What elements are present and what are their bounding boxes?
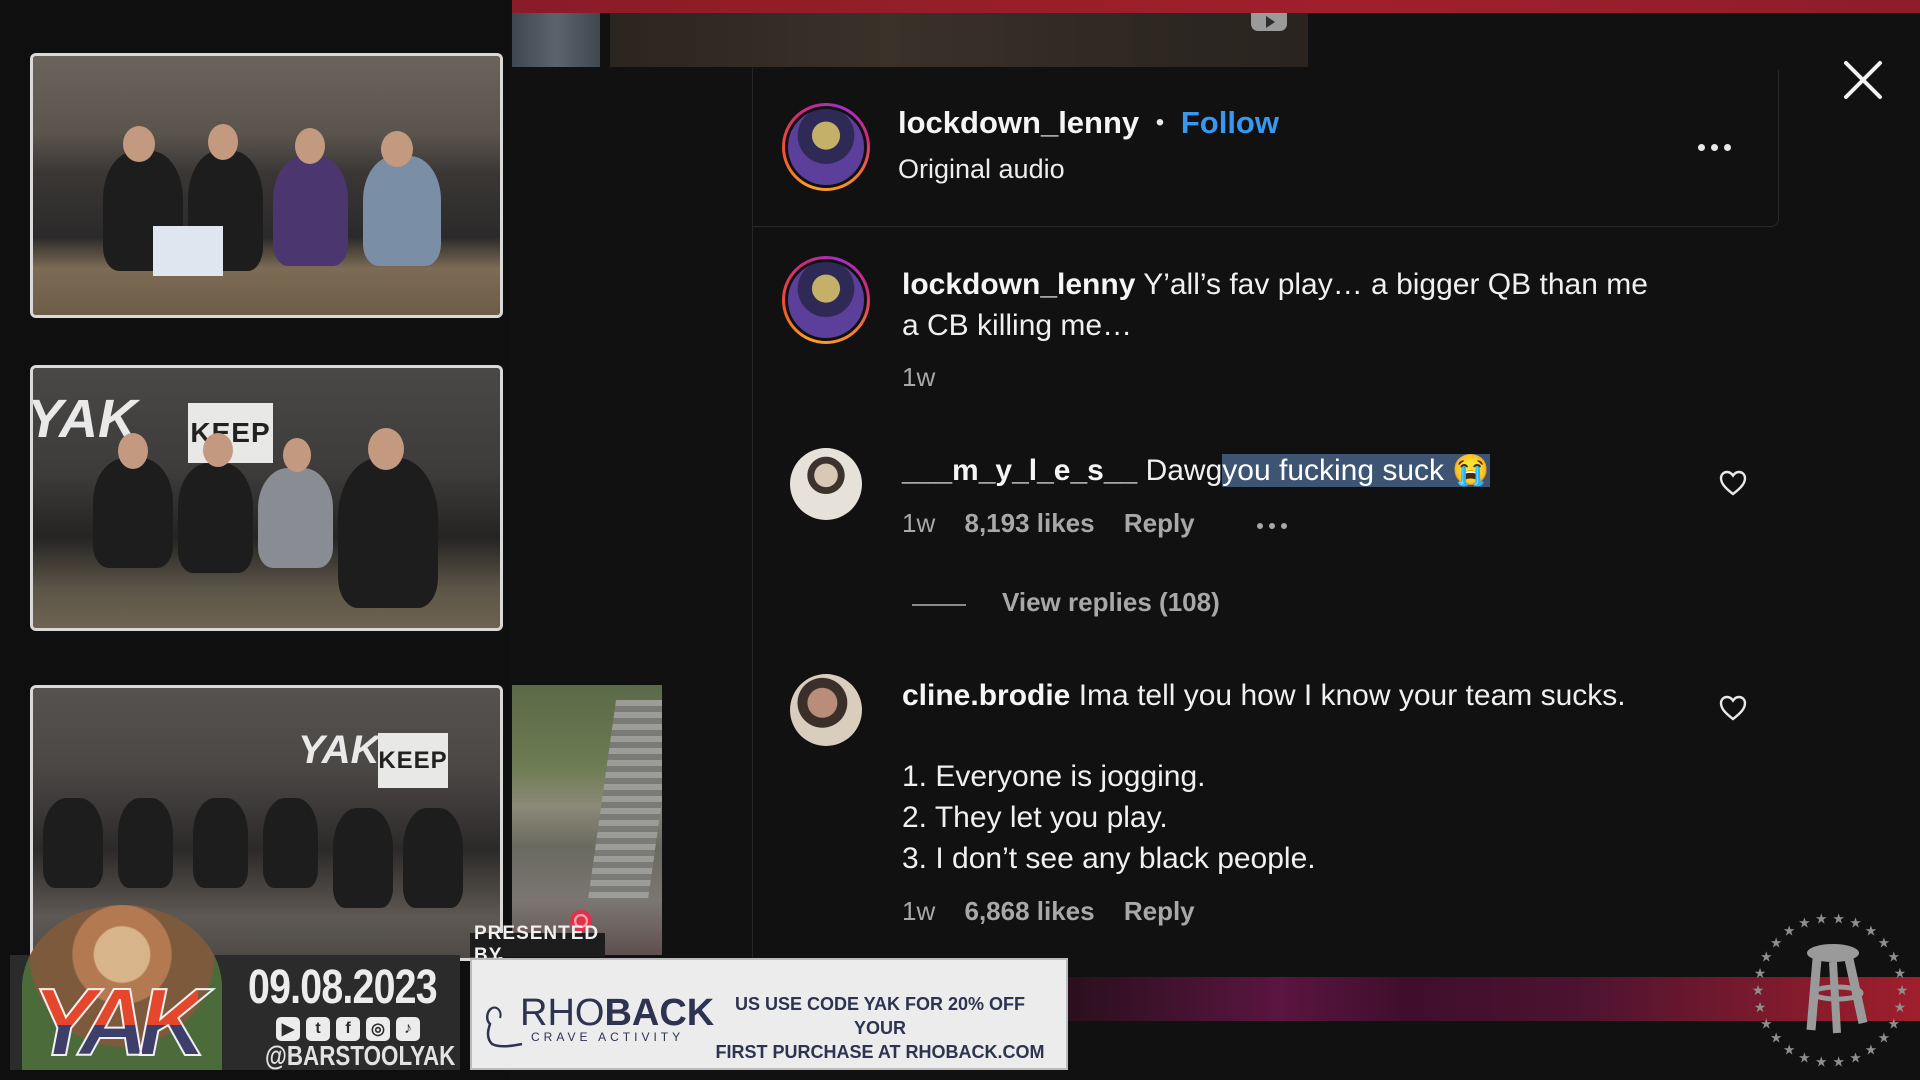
presented-by-label: PRESENTED BY (470, 923, 605, 966)
caption-text: lockdown_lenny Y’all’s fav play… a bigge… (902, 264, 1722, 346)
post-header-title-row: lockdown_lenny • Follow (898, 105, 1279, 141)
comment-timestamp: 1w (902, 896, 936, 926)
video-thumbnail-previous[interactable] (512, 13, 600, 67)
post-author-avatar[interactable] (782, 103, 870, 191)
post-header (753, 70, 1779, 227)
view-replies-button[interactable]: View replies (108) (1002, 587, 1220, 618)
side-video-thumbnail[interactable] (512, 685, 662, 955)
sponsor-name-light: RHO (520, 992, 605, 1034)
sponsor-name: RHOBACK (520, 992, 714, 1035)
comment-meta-myles: 1w 8,193 likes Reply (902, 508, 1195, 539)
more-options-button[interactable] (1698, 144, 1731, 151)
youtube-icon: ▶ (276, 1017, 300, 1041)
comment-likes[interactable]: 6,868 likes (964, 896, 1094, 926)
ad-copy-line-1: US USE CODE YAK FOR 20% OFF YOUR (734, 994, 1026, 1038)
logo-star: ★ (1754, 999, 1767, 1015)
logo-star: ★ (1832, 911, 1845, 927)
reply-button[interactable]: Reply (1124, 896, 1195, 926)
tiktok-icon: ♪ (396, 1017, 420, 1041)
comment-avatar-myles[interactable] (790, 448, 862, 520)
logo-star: ★ (1760, 1015, 1773, 1031)
more-horizontal-icon (1698, 144, 1705, 151)
logo-star: ★ (1754, 965, 1767, 981)
ad-copy-line-2: FIRST PURCHASE AT RHOBACK.COM (715, 1042, 1045, 1062)
like-heart-icon[interactable] (1718, 694, 1748, 722)
view-replies-line (912, 604, 966, 606)
logo-star: ★ (1896, 982, 1909, 998)
comment-list-item: 2. They let you play. (902, 801, 1168, 834)
logo-star: ★ (1770, 1030, 1783, 1046)
post-author-username[interactable]: lockdown_lenny (898, 105, 1139, 140)
logo-star: ★ (1783, 1041, 1796, 1057)
comment-first-line: Ima tell you how I know your team sucks. (1078, 679, 1626, 712)
logo-star: ★ (1798, 915, 1811, 931)
logo-star: ★ (1887, 949, 1900, 965)
ad-copy: US USE CODE YAK FOR 20% OFF YOUR FIRST P… (710, 992, 1050, 1064)
logo-star: ★ (1849, 915, 1862, 931)
comment-text-myles: ___m_y_l_e_s__ Dawgyou fucking suck 😭 (902, 450, 1490, 491)
comment-text-plain: Dawg (1145, 454, 1223, 487)
logo-star: ★ (1783, 923, 1796, 939)
logo-star: ★ (1815, 1053, 1828, 1069)
top-progress-bar (512, 0, 1920, 13)
selected-text[interactable]: you fucking suck 😭 (1222, 454, 1490, 487)
caption-line-2: a CB killing me… (902, 309, 1133, 342)
camera-feed-2: YAK KEEP (30, 365, 503, 631)
keep-sign-2: KEEP (378, 733, 448, 788)
barstool-sports-logo-icon: ★★★★★★★★★★★★★★★★★★★ ★ ★ ★★★★★ (1752, 911, 1909, 1070)
play-icon[interactable] (1251, 13, 1287, 31)
follow-button[interactable]: Follow (1181, 105, 1279, 140)
video-thumbnail-current[interactable] (610, 13, 1308, 67)
comment-meta-brodie: 1w 6,868 likes Reply (902, 896, 1195, 927)
close-button[interactable] (1838, 55, 1888, 105)
facebook-icon: f (336, 1017, 360, 1041)
yak-show-logo: YAK (31, 969, 209, 1076)
sponsor-name-bold: BACK (604, 992, 715, 1034)
episode-date: 09.08.2023 (248, 961, 438, 1014)
logo-star: ★ (1832, 1053, 1845, 1069)
caption-line-1: Y’all’s fav play… a bigger QB than me (1143, 268, 1648, 301)
yak-wall-logo-2: YAK (298, 728, 380, 772)
social-handle: @BARSTOOLYAK (265, 1040, 456, 1071)
logo-star: ★ (1770, 934, 1783, 950)
logo-star: ★ (1798, 1049, 1811, 1065)
logo-star: ★ (1815, 911, 1828, 927)
logo-star: ★ (1849, 1049, 1862, 1065)
comment-avatar-brodie[interactable] (790, 674, 862, 746)
logo-star: ★ (1865, 923, 1878, 939)
comment-more-button[interactable] (1257, 523, 1287, 529)
logo-star: ★ (1752, 982, 1765, 998)
comment-timestamp: 1w (902, 508, 936, 538)
camera-feed-1 (30, 53, 503, 318)
comment-list-item: 1. Everyone is jogging. (902, 760, 1206, 793)
sponsor-tagline: CRAVE ACTIVITY (531, 1030, 685, 1044)
comment-likes[interactable]: 8,193 likes (964, 508, 1094, 538)
separator-dot: • (1155, 109, 1165, 136)
logo-star: ★ (1894, 999, 1907, 1015)
comment-list: 1. Everyone is jogging. 2. They let you … (902, 756, 1316, 879)
reply-button[interactable]: Reply (1124, 508, 1195, 538)
caption-username[interactable]: lockdown_lenny (902, 268, 1135, 301)
comment-text-brodie: cline.brodie Ima tell you how I know you… (902, 675, 1626, 716)
logo-star: ★ (1894, 965, 1907, 981)
caption-author-avatar[interactable] (782, 256, 870, 344)
social-icons: ▶ t f ◎ ♪ (276, 1017, 420, 1041)
twitter-icon: t (306, 1017, 330, 1041)
original-audio-link[interactable]: Original audio (898, 154, 1065, 185)
more-horizontal-icon (1257, 523, 1263, 529)
caption-timestamp: 1w (902, 362, 936, 392)
logo-star: ★ (1878, 1030, 1891, 1046)
logo-star: ★ (1865, 1041, 1878, 1057)
like-heart-icon[interactable] (1718, 469, 1748, 497)
instagram-icon: ◎ (366, 1017, 390, 1041)
comment-username[interactable]: cline.brodie (902, 679, 1070, 712)
comment-username[interactable]: ___m_y_l_e_s__ (902, 454, 1137, 487)
close-icon (1844, 61, 1882, 99)
logo-star: ★ (1760, 949, 1773, 965)
comment-list-item: 3. I don’t see any black people. (902, 842, 1316, 875)
